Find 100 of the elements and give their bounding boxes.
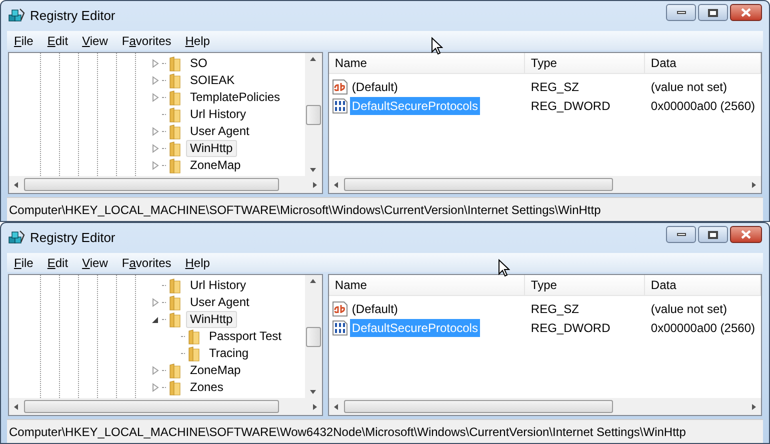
folder-icon (169, 312, 181, 328)
menu-item[interactable]: Help (185, 32, 210, 48)
close-button[interactable] (730, 4, 762, 21)
folder-icon (188, 346, 200, 362)
horizontal-scrollbar[interactable] (9, 176, 322, 193)
menu-item[interactable]: File (14, 32, 34, 48)
horizontal-scrollbar[interactable] (328, 176, 761, 193)
expand-arrow-icon[interactable] (152, 366, 159, 375)
tree-row[interactable]: Url History (9, 106, 305, 123)
menu-item[interactable]: Favorites (122, 254, 172, 270)
column-header[interactable]: Type (524, 275, 645, 295)
left-arrow-icon[interactable] (12, 180, 20, 188)
folder-icon (169, 124, 181, 140)
folder-icon (169, 106, 181, 122)
up-arrow-icon[interactable] (309, 277, 318, 285)
tree-row[interactable]: User Agent (9, 294, 305, 311)
vertical-scrollbar[interactable] (304, 53, 322, 176)
up-arrow-icon[interactable] (309, 55, 318, 63)
tree-item[interactable]: WinHttp (186, 140, 237, 157)
menu-item[interactable]: View (82, 254, 108, 270)
value-data: (value not set) (650, 78, 728, 96)
folder-icon (169, 72, 181, 88)
horizontal-scrollbar[interactable] (328, 398, 761, 415)
window-title: Registry Editor (30, 229, 116, 248)
column-header[interactable]: Type (524, 53, 645, 73)
tree-row[interactable]: Passport Test (9, 328, 305, 345)
down-arrow-icon[interactable] (309, 388, 318, 396)
collapse-arrow-icon[interactable] (152, 315, 159, 324)
menu-item[interactable]: File (14, 254, 34, 270)
expand-arrow-icon[interactable] (152, 144, 159, 153)
folder-icon (169, 90, 181, 106)
left-arrow-icon[interactable] (332, 402, 340, 410)
expand-arrow-icon[interactable] (152, 127, 159, 136)
tree-item[interactable]: TemplatePolicies (186, 89, 284, 106)
tree-item[interactable]: Url History (186, 106, 250, 123)
value-name[interactable]: (Default) (350, 78, 400, 96)
tree-row[interactable]: Tracing (9, 345, 305, 362)
right-arrow-icon[interactable] (310, 402, 319, 410)
tree-item[interactable]: Passport Test (205, 328, 286, 345)
tree-item[interactable]: Zones (186, 379, 228, 396)
tree-item[interactable]: ZoneMap (186, 362, 245, 379)
tree-item[interactable]: SO (186, 55, 212, 72)
tree-row[interactable]: SOIEAK (9, 72, 305, 89)
vertical-scrollbar[interactable] (304, 275, 322, 398)
menu-item[interactable]: View (82, 32, 108, 48)
minimize-button[interactable] (666, 226, 696, 243)
column-header[interactable]: Data (644, 53, 761, 73)
tree-row[interactable]: ZoneMap (9, 157, 305, 174)
menu-item[interactable]: Edit (47, 254, 68, 270)
tree-item[interactable]: ZoneMap (186, 157, 245, 174)
right-arrow-icon[interactable] (750, 402, 758, 410)
tree-item[interactable]: WinHttp (186, 311, 237, 328)
value-name[interactable]: (Default) (350, 300, 400, 318)
tree-item[interactable]: User Agent (186, 123, 254, 140)
tree-row[interactable]: ZoneMap (9, 362, 305, 379)
tree-row[interactable]: TemplatePolicies (9, 89, 305, 106)
expand-arrow-icon[interactable] (152, 76, 159, 85)
expand-arrow-icon[interactable] (152, 59, 159, 68)
value-data: 0x00000a00 (2560) (650, 320, 756, 336)
expand-arrow-icon[interactable] (152, 161, 159, 170)
close-button[interactable] (730, 226, 762, 243)
window-title: Registry Editor (30, 7, 116, 26)
tree-row[interactable]: Url History (9, 277, 305, 294)
right-arrow-icon[interactable] (750, 180, 758, 188)
tree-item[interactable]: Url History (186, 277, 250, 294)
horizontal-scrollbar[interactable] (9, 398, 322, 415)
tree-row[interactable]: WinHttp (9, 311, 305, 328)
tree-item[interactable]: User Agent (186, 294, 254, 311)
binary-value-icon (332, 98, 348, 114)
value-type: REG_DWORD (530, 320, 612, 336)
registry-cubes-icon (8, 230, 25, 246)
scrollbar-thumb[interactable] (306, 326, 321, 346)
expand-arrow-icon[interactable] (152, 93, 159, 102)
maximize-button[interactable] (698, 4, 728, 21)
value-type: REG_SZ (530, 78, 580, 96)
menu-item[interactable]: Help (185, 254, 210, 270)
scrollbar-thumb[interactable] (306, 104, 321, 124)
down-arrow-icon[interactable] (309, 166, 318, 174)
menu-item[interactable]: Favorites (122, 32, 172, 48)
folder-icon (169, 158, 181, 174)
folder-icon (169, 56, 181, 72)
tree-row[interactable]: SO (9, 55, 305, 72)
string-value-icon (332, 300, 348, 316)
folder-icon (169, 380, 181, 396)
left-arrow-icon[interactable] (12, 402, 20, 410)
expand-arrow-icon[interactable] (152, 383, 159, 392)
tree-item[interactable]: Tracing (205, 345, 253, 362)
close-icon (741, 230, 751, 239)
right-arrow-icon[interactable] (310, 180, 319, 188)
tree-item[interactable]: SOIEAK (186, 72, 239, 89)
menu-item[interactable]: Edit (47, 32, 68, 48)
maximize-button[interactable] (698, 226, 728, 243)
minimize-button[interactable] (666, 4, 696, 21)
status-path: Computer\HKEY_LOCAL_MACHINE\SOFTWARE\Wow6432Node\Microsoft\Windows\CurrentVersion\Internet Settings\WinHttp (9, 424, 686, 440)
tree-row[interactable]: Zones (9, 379, 305, 396)
left-arrow-icon[interactable] (332, 180, 340, 188)
expand-arrow-icon[interactable] (152, 298, 159, 307)
tree-row[interactable]: User Agent (9, 123, 305, 140)
column-header[interactable]: Data (644, 275, 761, 295)
tree-row[interactable]: WinHttp (9, 140, 305, 157)
